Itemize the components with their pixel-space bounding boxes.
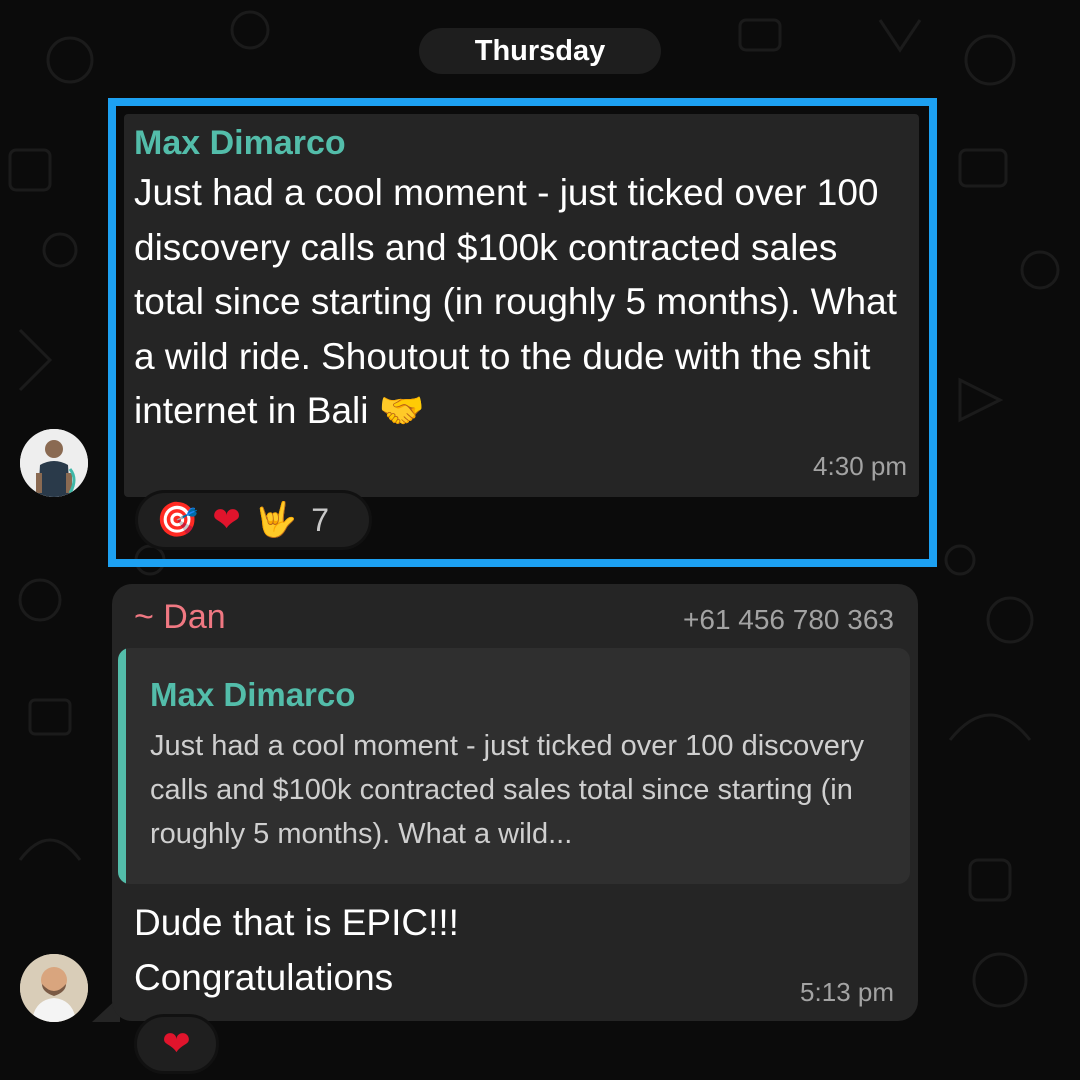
reactions-bar[interactable]: 🎯 ❤ 🤟 7 — [135, 490, 372, 550]
message-timestamp: 5:13 pm — [800, 977, 894, 1007]
dart-emoji-icon: 🎯 — [156, 500, 199, 540]
heart-emoji-icon: ❤ — [162, 1024, 191, 1064]
quoted-text: Just had a cool moment - just ticked ove… — [150, 730, 865, 850]
date-separator: Thursday — [419, 28, 661, 74]
reactions-bar[interactable]: ❤ — [134, 1014, 219, 1074]
message-bubble-max[interactable]: Max Dimarco Just had a cool moment - jus… — [124, 114, 919, 497]
love-you-gesture-emoji-icon: 🤟 — [254, 500, 298, 540]
message-text-line: Congratulations — [134, 956, 394, 998]
message-sender[interactable]: ~ Dan — [134, 598, 226, 637]
message-bubble-dan[interactable]: ~ Dan +61 456 780 363 Max Dimarco Just h… — [112, 584, 918, 1021]
avatar-photo-icon — [20, 954, 88, 1022]
quoted-sender: Max Dimarco — [150, 676, 356, 713]
sender-phone-number[interactable]: +61 456 780 363 — [683, 604, 894, 636]
message-sender[interactable]: Max Dimarco — [134, 124, 346, 163]
message-text-line: Dude that is EPIC!!! — [134, 902, 459, 943]
sender-avatar-max[interactable] — [20, 429, 88, 497]
quoted-message[interactable]: Max Dimarco Just had a cool moment - jus… — [118, 648, 910, 884]
reaction-count: 7 — [311, 501, 329, 538]
heart-emoji-icon: ❤ — [212, 500, 241, 540]
quote-accent-bar — [118, 648, 126, 884]
sender-avatar-dan[interactable] — [20, 954, 88, 1022]
avatar-photo-icon — [20, 429, 88, 497]
message-timestamp: 4:30 pm — [813, 451, 907, 481]
message-text: Just had a cool moment - just ticked ove… — [134, 172, 897, 431]
message-text: Dude that is EPIC!!! Congratulations — [134, 896, 734, 1005]
